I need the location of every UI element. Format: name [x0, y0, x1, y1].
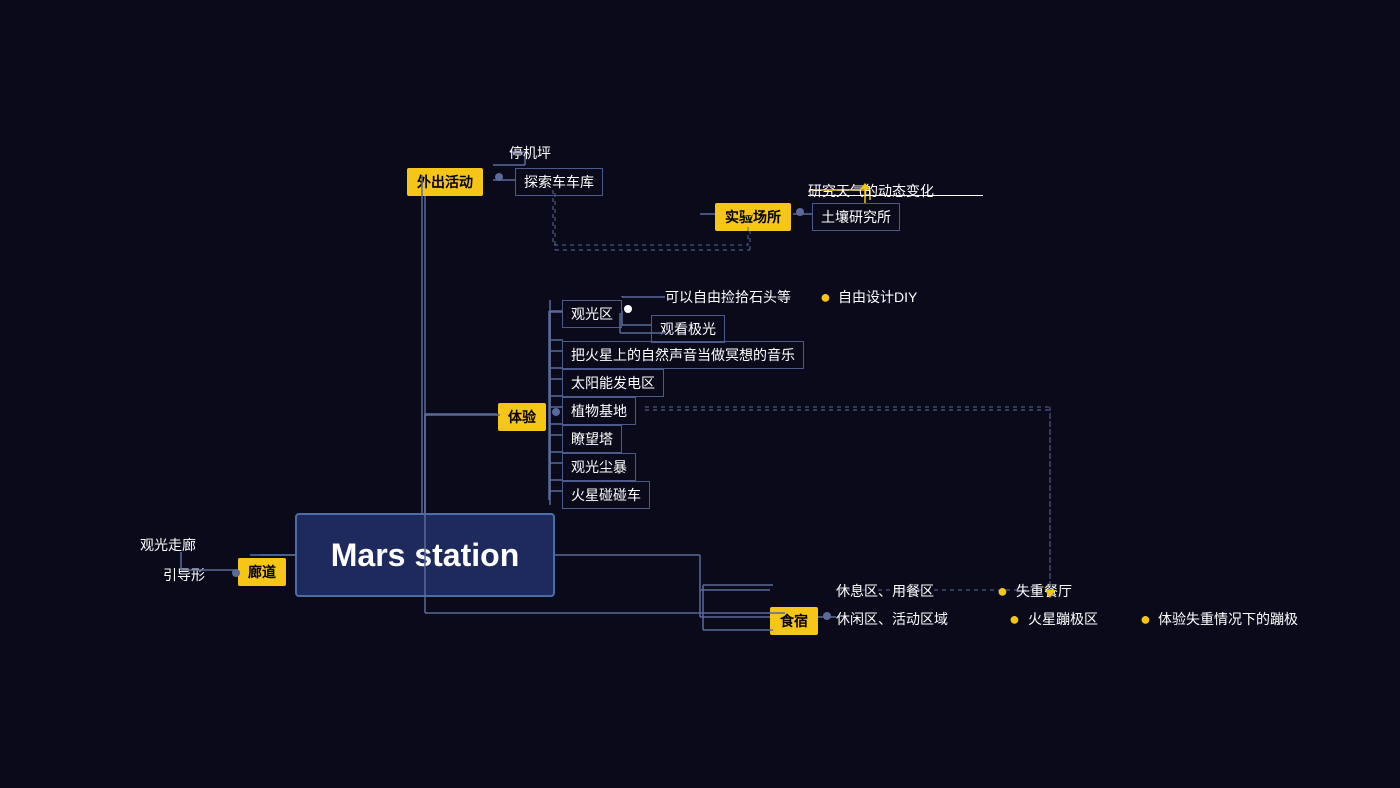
- aurora-label: 观看极光: [660, 321, 716, 337]
- outing-connector: [495, 173, 503, 181]
- sightseeing-zone-connector: [624, 305, 632, 313]
- sightseeing-zone-box: 观光区: [562, 300, 622, 328]
- plant-base-box: 植物基地: [562, 397, 636, 425]
- sightseeing-zone-label: 观光区: [571, 306, 613, 322]
- rest-dining-label: 休息区、用餐区: [836, 583, 934, 599]
- bullet-dot-zero-gravity: ●: [997, 581, 1008, 602]
- dust-storm-box: 观光尘暴: [562, 453, 636, 481]
- dust-storm-label: 观光尘暴: [571, 459, 627, 475]
- experience-weightless-text: 体验失重情况下的蹦极: [1158, 609, 1298, 629]
- aurora-box: 观看极光: [651, 315, 725, 343]
- lab-label: 实验场所: [725, 209, 781, 225]
- explore-garage-box: 探索车车库: [515, 168, 603, 196]
- nature-music-box: 把火星上的自然声音当做冥想的音乐: [562, 341, 804, 369]
- mars-station-node: Mars station: [295, 513, 555, 597]
- soil-research-label: 土壤研究所: [821, 209, 891, 225]
- diy-label: 自由设计DIY: [838, 289, 917, 305]
- zero-gravity-text: 失重餐厅: [1016, 581, 1072, 601]
- accommodation-connector: [823, 612, 831, 620]
- weather-research-label: 研究天气的动态变化: [808, 183, 934, 199]
- solar-power-box: 太阳能发电区: [562, 369, 664, 397]
- experience-label: 体验: [508, 409, 536, 425]
- bullet-dot-diy: ●: [820, 287, 831, 308]
- weather-underline: [808, 195, 983, 196]
- parking-label: 停机坪: [509, 145, 551, 161]
- watchtower-box: 瞭望塔: [562, 425, 622, 453]
- explore-garage-label: 探索车车库: [524, 174, 594, 190]
- mars-station-label: Mars station: [331, 537, 519, 574]
- plant-base-label: 植物基地: [571, 403, 627, 419]
- accommodation-label: 食宿: [780, 613, 808, 629]
- outing-label: 外出活动: [417, 174, 473, 190]
- soil-research-box: 土壤研究所: [812, 203, 900, 231]
- nature-music-label: 把火星上的自然声音当做冥想的音乐: [571, 347, 795, 363]
- experience-connector: [552, 408, 560, 416]
- experience-badge[interactable]: 体验: [498, 403, 546, 431]
- leisure-area-label: 休闲区、活动区域: [836, 611, 948, 627]
- accommodation-badge[interactable]: 食宿: [770, 607, 818, 635]
- corridor-label: 廊道: [248, 564, 276, 580]
- corridor-badge[interactable]: 廊道: [238, 558, 286, 586]
- mars-trampoline-label: 火星蹦极区: [1028, 611, 1098, 627]
- guiding-label: 引导形: [163, 567, 205, 583]
- zero-gravity-label: 失重餐厅: [1016, 583, 1072, 599]
- rest-dining-text: 休息区、用餐区: [836, 581, 934, 601]
- sightseeing-corridor-text: 观光走廊: [140, 535, 196, 555]
- weather-research-text: 研究天气的动态变化: [808, 181, 934, 201]
- experience-weightless-label: 体验失重情况下的蹦极: [1158, 611, 1298, 627]
- guiding-connector: [232, 569, 240, 577]
- outing-badge[interactable]: 外出活动: [407, 168, 483, 196]
- solar-power-label: 太阳能发电区: [571, 375, 655, 391]
- parking-text: 停机坪: [509, 143, 551, 163]
- pick-rocks-label: 可以自由捡拾石头等: [665, 289, 791, 305]
- sightseeing-corridor-label: 观光走廊: [140, 537, 196, 553]
- bumper-car-box: 火星碰碰车: [562, 481, 650, 509]
- leisure-area-text: 休闲区、活动区域: [836, 609, 948, 629]
- pick-rocks-text: 可以自由捡拾石头等: [665, 287, 791, 307]
- guiding-text: 引导形: [163, 565, 205, 585]
- mars-trampoline-text: 火星蹦极区: [1028, 609, 1098, 629]
- bullet-dot-weightless: ●: [1140, 609, 1151, 630]
- bumper-car-label: 火星碰碰车: [571, 487, 641, 503]
- lab-connector: [796, 208, 804, 216]
- bullet-dot-trampoline: ●: [1009, 609, 1020, 630]
- lab-badge[interactable]: 实验场所: [715, 203, 791, 231]
- diy-text: 自由设计DIY: [838, 287, 917, 307]
- watchtower-label: 瞭望塔: [571, 431, 613, 447]
